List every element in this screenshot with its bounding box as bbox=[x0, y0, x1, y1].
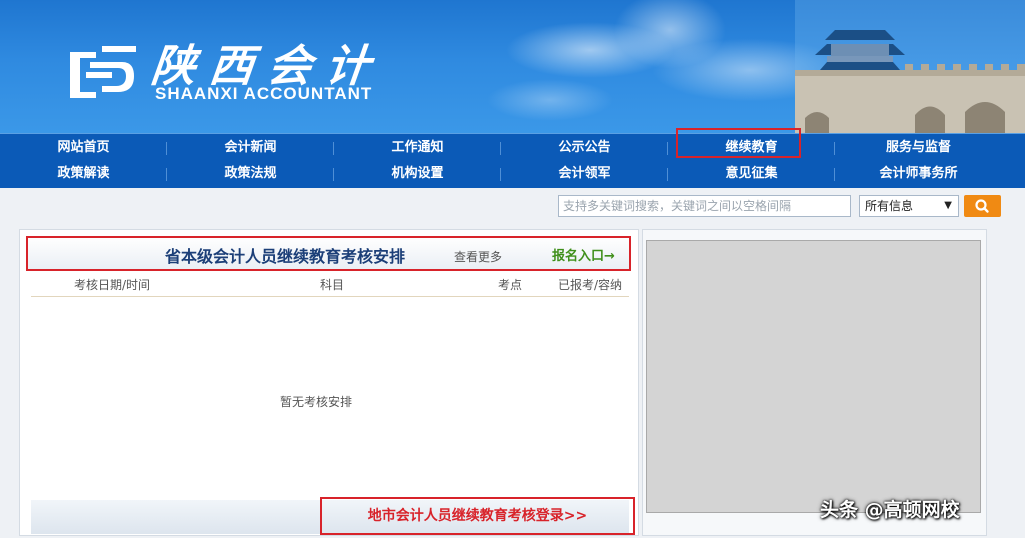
nav-row-1: 网站首页 会计新闻 工作通知 公示公告 继续教育 服务与监督 bbox=[0, 135, 1000, 161]
nav-row-2: 政策解读 政策法规 机构设置 会计领军 意见征集 会计师事务所 bbox=[0, 161, 1000, 187]
nav-item-accounting-leaders[interactable]: 会计领军 bbox=[501, 161, 668, 187]
main-navigation: 网站首页 会计新闻 工作通知 公示公告 继续教育 服务与监督 政策解读 政策法规… bbox=[0, 133, 1025, 188]
column-header-subject: 科目 bbox=[320, 278, 345, 292]
exam-panel-title: 省本级会计人员继续教育考核安排 bbox=[165, 247, 406, 266]
nav-item-feedback[interactable]: 意见征集 bbox=[668, 161, 835, 187]
site-header-banner: 陕西会计 SHAANXI ACCOUNTANT bbox=[0, 0, 1025, 133]
city-wall-illustration bbox=[795, 0, 1025, 133]
right-content-placeholder bbox=[646, 240, 981, 513]
empty-schedule-message: 暂无考核安排 bbox=[280, 395, 353, 409]
dropdown-caret-icon: ▼ bbox=[944, 200, 952, 211]
search-input[interactable] bbox=[558, 195, 851, 217]
nav-item-home[interactable]: 网站首页 bbox=[0, 135, 167, 161]
brand-english-name: SHAANXI ACCOUNTANT bbox=[155, 84, 373, 103]
city-exam-login-link[interactable]: 地市会计人员继续教育考核登录>> bbox=[320, 497, 635, 535]
nav-item-continuing-education[interactable]: 继续教育 bbox=[668, 135, 835, 161]
nav-item-service-supervision[interactable]: 服务与监督 bbox=[835, 135, 1002, 161]
signup-entry-link[interactable]: 报名入口→ bbox=[552, 245, 615, 264]
column-header-datetime: 考核日期/时间 bbox=[74, 278, 151, 292]
nav-item-accounting-firms[interactable]: 会计师事务所 bbox=[835, 161, 1002, 187]
watermark-text: 头条 @高顿网校 bbox=[820, 499, 960, 521]
nav-item-accounting-news[interactable]: 会计新闻 bbox=[167, 135, 334, 161]
search-button[interactable] bbox=[964, 195, 1001, 217]
column-header-capacity: 已报考/容纳 bbox=[558, 278, 623, 292]
view-more-link[interactable]: 查看更多 bbox=[454, 248, 502, 265]
table-header-divider bbox=[31, 296, 629, 297]
nav-item-organization[interactable]: 机构设置 bbox=[334, 161, 501, 187]
nav-item-policy-interpretation[interactable]: 政策解读 bbox=[0, 161, 167, 187]
column-header-venue: 考点 bbox=[498, 278, 523, 292]
search-scope-select[interactable]: 所有信息 ▼ bbox=[859, 195, 959, 217]
search-icon bbox=[975, 199, 989, 213]
nav-item-announcements[interactable]: 公示公告 bbox=[501, 135, 668, 161]
nav-item-policies-regulations[interactable]: 政策法规 bbox=[167, 161, 334, 187]
logo-icon bbox=[70, 46, 136, 98]
search-scope-value: 所有信息 bbox=[865, 199, 914, 213]
nav-item-work-notices[interactable]: 工作通知 bbox=[334, 135, 501, 161]
